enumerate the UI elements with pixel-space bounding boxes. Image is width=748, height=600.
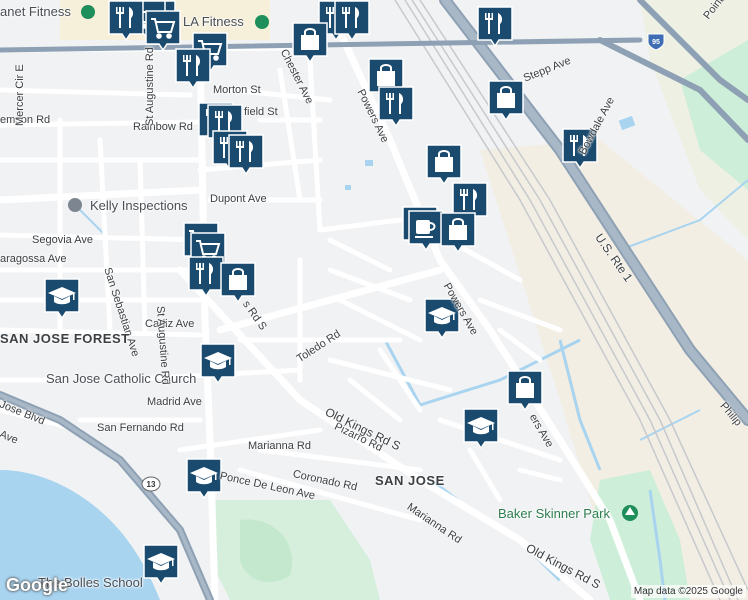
shopping-bag-marker-icon[interactable] [426, 144, 462, 186]
coffee-marker-icon[interactable] [408, 210, 444, 252]
planet-fitness-poi-icon[interactable] [81, 5, 95, 19]
pond [345, 185, 351, 190]
marianna-rd-1-label: Marianna Rd [248, 440, 311, 452]
cadiz-ave-label: Cadiz Ave [145, 318, 195, 330]
rainbow-rd-label: Rainbow Rd [133, 121, 193, 133]
san-jose-catholic-church-label[interactable]: San Jose Catholic Church [46, 371, 196, 386]
shopping-bag-marker-icon[interactable] [440, 212, 476, 254]
map-attribution[interactable]: Map data ©2025 Google [630, 585, 746, 598]
dupont-ave-label: Dupont Ave [210, 193, 267, 205]
shield-95-label: 95 [652, 39, 660, 46]
aragossa-ave-label: aragossa Ave [0, 253, 67, 265]
la-fitness-poi-icon[interactable] [255, 15, 269, 29]
restaurant-marker-icon[interactable] [108, 0, 144, 42]
restaurant-marker-icon[interactable] [175, 48, 211, 90]
school-marker-icon[interactable] [463, 408, 499, 450]
school-marker-icon[interactable] [200, 343, 236, 385]
san-jose-forest-label: SAN JOSE FOREST [0, 331, 130, 346]
planet-fitness-label[interactable]: anet Fitness [0, 4, 71, 19]
st-augustine-rd-top-label: St Augustine Rd [144, 47, 156, 126]
restaurant-marker-icon[interactable] [378, 86, 414, 128]
restaurant-marker-icon[interactable] [188, 256, 224, 298]
mercer-cir-e-label: Mercer Cir E [14, 64, 26, 126]
shield-13-label: 13 [147, 480, 156, 489]
morton-st-label: Morton St [213, 84, 261, 96]
school-marker-icon[interactable] [186, 458, 222, 500]
baker-skinner-park-label[interactable]: Baker Skinner Park [498, 506, 610, 521]
restaurant-marker-icon[interactable] [334, 0, 370, 42]
shopping-bag-marker-icon[interactable] [292, 22, 328, 64]
kelly-inspections-label[interactable]: Kelly Inspections [90, 198, 188, 213]
san-fernando-rd-label: San Fernando Rd [97, 422, 184, 434]
kelly-inspections-poi-icon[interactable] [68, 198, 82, 212]
google-logo[interactable]: Google [6, 575, 68, 596]
shopping-cart-marker-icon[interactable] [145, 10, 181, 52]
restaurant-marker-icon[interactable] [228, 134, 264, 176]
segovia-ave-label: Segovia Ave [32, 234, 93, 246]
field-st-label: field St [244, 106, 278, 118]
school-marker-icon[interactable] [44, 278, 80, 320]
school-marker-icon[interactable] [143, 544, 179, 586]
pond [365, 160, 373, 166]
madrid-ave-label: Madrid Ave [147, 396, 202, 408]
restaurant-marker-icon[interactable] [477, 6, 513, 48]
shopping-bag-marker-icon[interactable] [220, 262, 256, 304]
la-fitness-label[interactable]: LA Fitness [183, 14, 244, 29]
shopping-bag-marker-icon[interactable] [488, 80, 524, 122]
route-13-shield: 13 [141, 476, 161, 492]
san-jose-label: SAN JOSE [375, 473, 445, 488]
shopping-bag-marker-icon[interactable] [507, 370, 543, 412]
